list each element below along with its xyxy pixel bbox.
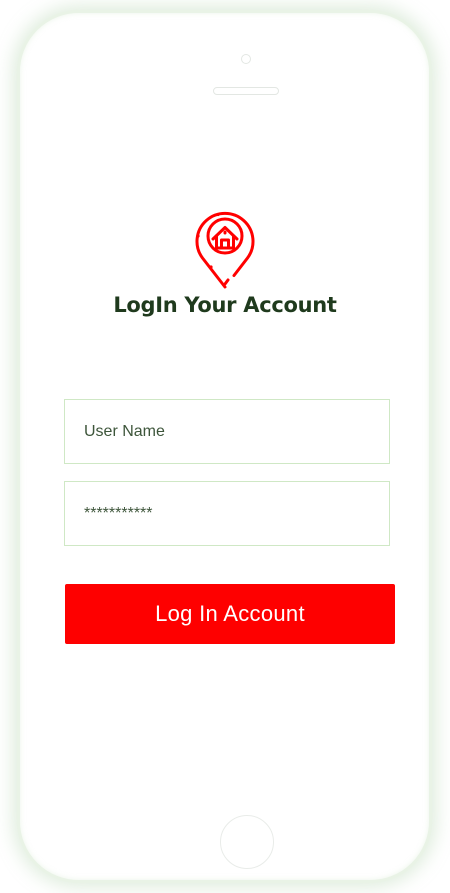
home-location-pin-icon bbox=[195, 211, 255, 289]
username-placeholder: User Name bbox=[84, 422, 165, 440]
home-button[interactable] bbox=[220, 815, 274, 869]
password-value: *********** bbox=[84, 504, 153, 522]
camera-icon bbox=[241, 54, 251, 64]
username-field[interactable]: User Name bbox=[64, 399, 390, 464]
page-title: LogIn Your Account bbox=[113, 293, 337, 317]
login-button[interactable]: Log In Account bbox=[65, 584, 395, 644]
login-button-label: Log In Account bbox=[155, 601, 305, 626]
password-field[interactable]: *********** bbox=[64, 481, 390, 546]
speaker-slot bbox=[213, 87, 279, 95]
